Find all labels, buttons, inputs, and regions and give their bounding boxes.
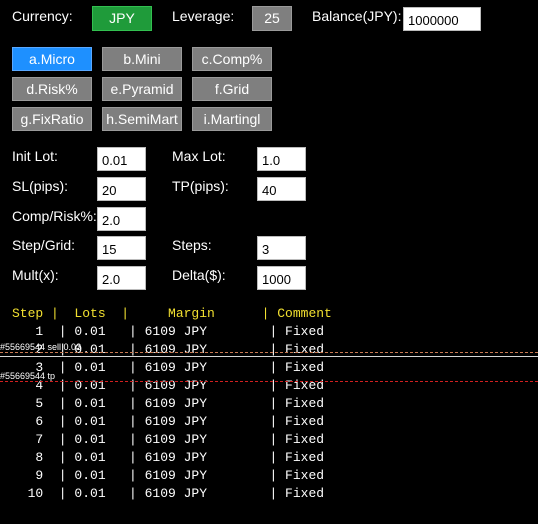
table-row: 8 | 0.01 | 6109 JPY | Fixed — [12, 450, 325, 465]
table-row: 3 | 0.01 | 6109 JPY | Fixed — [12, 360, 325, 375]
init-lot-field[interactable]: 0.01 — [97, 147, 146, 171]
take-profit-line[interactable] — [0, 381, 538, 382]
table-row: 1 | 0.01 | 6109 JPY | Fixed — [12, 324, 325, 339]
tp-field[interactable]: 40 — [257, 177, 306, 201]
price-line — [0, 356, 538, 357]
max-lot-label: Max Lot: — [172, 148, 226, 164]
leverage-button[interactable]: 25 — [252, 6, 292, 31]
steps-field[interactable]: 3 — [257, 236, 306, 260]
mode-button-4[interactable]: d.Risk% — [12, 77, 92, 101]
step-grid-label: Step/Grid: — [12, 237, 76, 253]
mult-label: Mult(x): — [12, 267, 59, 283]
mode-button-1[interactable]: a.Micro — [12, 47, 92, 71]
take-profit-tag: #55669544 tp — [0, 371, 56, 381]
mode-button-2[interactable]: b.Mini — [102, 47, 182, 71]
max-lot-field[interactable]: 1.0 — [257, 147, 306, 171]
comp-risk-label: Comp/Risk%: — [12, 208, 97, 224]
table-row: 4 | 0.01 | 6109 JPY | Fixed — [12, 378, 325, 393]
sell-order-tag: #55669544 sell 0.03 — [0, 342, 82, 352]
table-row: 6 | 0.01 | 6109 JPY | Fixed — [12, 414, 325, 429]
table-row: 10 | 0.01 | 6109 JPY | Fixed — [12, 486, 325, 501]
comp-risk-field[interactable]: 2.0 — [97, 207, 146, 231]
leverage-label: Leverage: — [172, 8, 235, 24]
balance-label: Balance(JPY): — [312, 8, 402, 24]
mode-button-9[interactable]: i.Martingl — [192, 107, 272, 131]
mode-button-3[interactable]: c.Comp% — [192, 47, 272, 71]
table-row: 9 | 0.01 | 6109 JPY | Fixed — [12, 468, 325, 483]
balance-field[interactable]: 1000000 — [403, 7, 481, 31]
steps-label: Steps: — [172, 237, 212, 253]
table-row: 5 | 0.01 | 6109 JPY | Fixed — [12, 396, 325, 411]
step-grid-field[interactable]: 15 — [97, 236, 146, 260]
currency-label: Currency: — [12, 8, 73, 24]
table-header: Step | Lots | Margin | Comment — [12, 306, 332, 321]
delta-label: Delta($): — [172, 267, 226, 283]
sl-field[interactable]: 20 — [97, 177, 146, 201]
table-row: 7 | 0.01 | 6109 JPY | Fixed — [12, 432, 325, 447]
init-lot-label: Init Lot: — [12, 148, 58, 164]
mode-button-7[interactable]: g.FixRatio — [12, 107, 92, 131]
mode-button-8[interactable]: h.SemiMart — [102, 107, 182, 131]
mult-field[interactable]: 2.0 — [97, 266, 146, 290]
mode-button-5[interactable]: e.Pyramid — [102, 77, 182, 101]
mode-button-6[interactable]: f.Grid — [192, 77, 272, 101]
sell-order-line[interactable] — [0, 352, 538, 353]
delta-field[interactable]: 1000 — [257, 266, 306, 290]
tp-label: TP(pips): — [172, 178, 229, 194]
sl-label: SL(pips): — [12, 178, 69, 194]
currency-button[interactable]: JPY — [92, 6, 152, 31]
